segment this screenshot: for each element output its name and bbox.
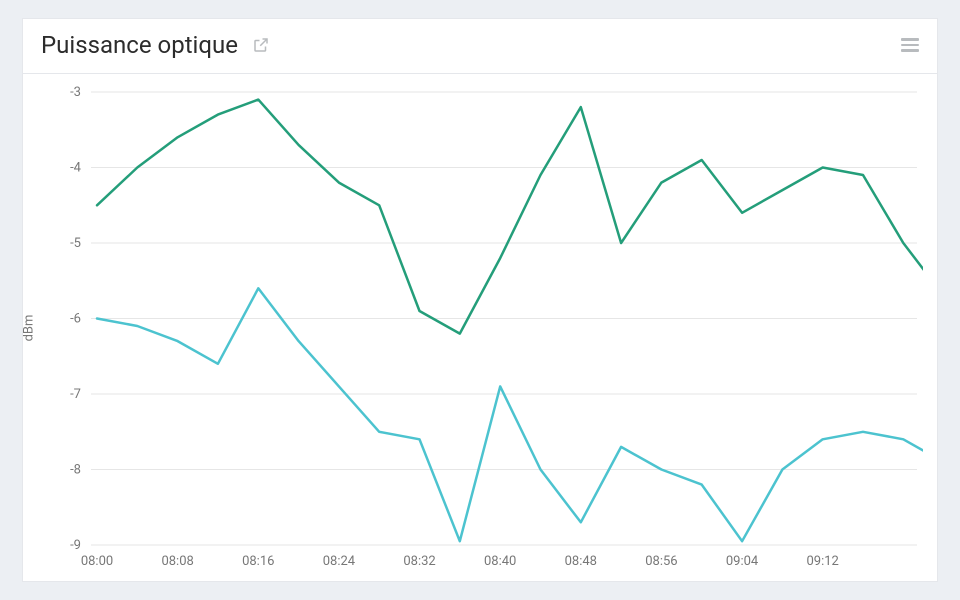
card-title: Puissance optique	[41, 31, 238, 59]
svg-text:-9: -9	[70, 538, 81, 553]
svg-text:09:12: 09:12	[806, 554, 838, 569]
svg-text:-5: -5	[70, 236, 81, 251]
svg-text:08:56: 08:56	[645, 554, 677, 569]
svg-text:-4: -4	[70, 161, 82, 176]
svg-text:08:16: 08:16	[242, 554, 274, 569]
svg-text:08:48: 08:48	[565, 554, 597, 569]
svg-text:-3: -3	[70, 85, 81, 100]
svg-text:08:32: 08:32	[403, 554, 435, 569]
svg-text:09:04: 09:04	[726, 554, 759, 569]
svg-text:08:08: 08:08	[161, 554, 193, 569]
chart-area: dBm -3 -4 -5 -6 -7 -8 -908:00 08:08 08:16 08:24 08…	[23, 74, 937, 581]
svg-text:-8: -8	[70, 463, 81, 478]
svg-text:08:40: 08:40	[484, 554, 516, 569]
open-external-icon[interactable]	[252, 36, 270, 54]
svg-text:-7: -7	[70, 387, 81, 402]
svg-text:-6: -6	[70, 312, 81, 327]
chart-card: Puissance optique dBm -3-4-5-6-7-8-908:0…	[22, 18, 938, 582]
line-chart: -3 -4 -5 -6 -7 -8 -908:00 08:08 08:16 08:24 08:32 0…	[37, 84, 923, 573]
svg-text:08:00: 08:00	[81, 554, 113, 569]
svg-text:08:24: 08:24	[323, 554, 356, 569]
chart-menu-icon[interactable]	[897, 34, 919, 56]
card-header: Puissance optique	[23, 19, 937, 74]
y-axis-label: dBm	[22, 314, 37, 341]
